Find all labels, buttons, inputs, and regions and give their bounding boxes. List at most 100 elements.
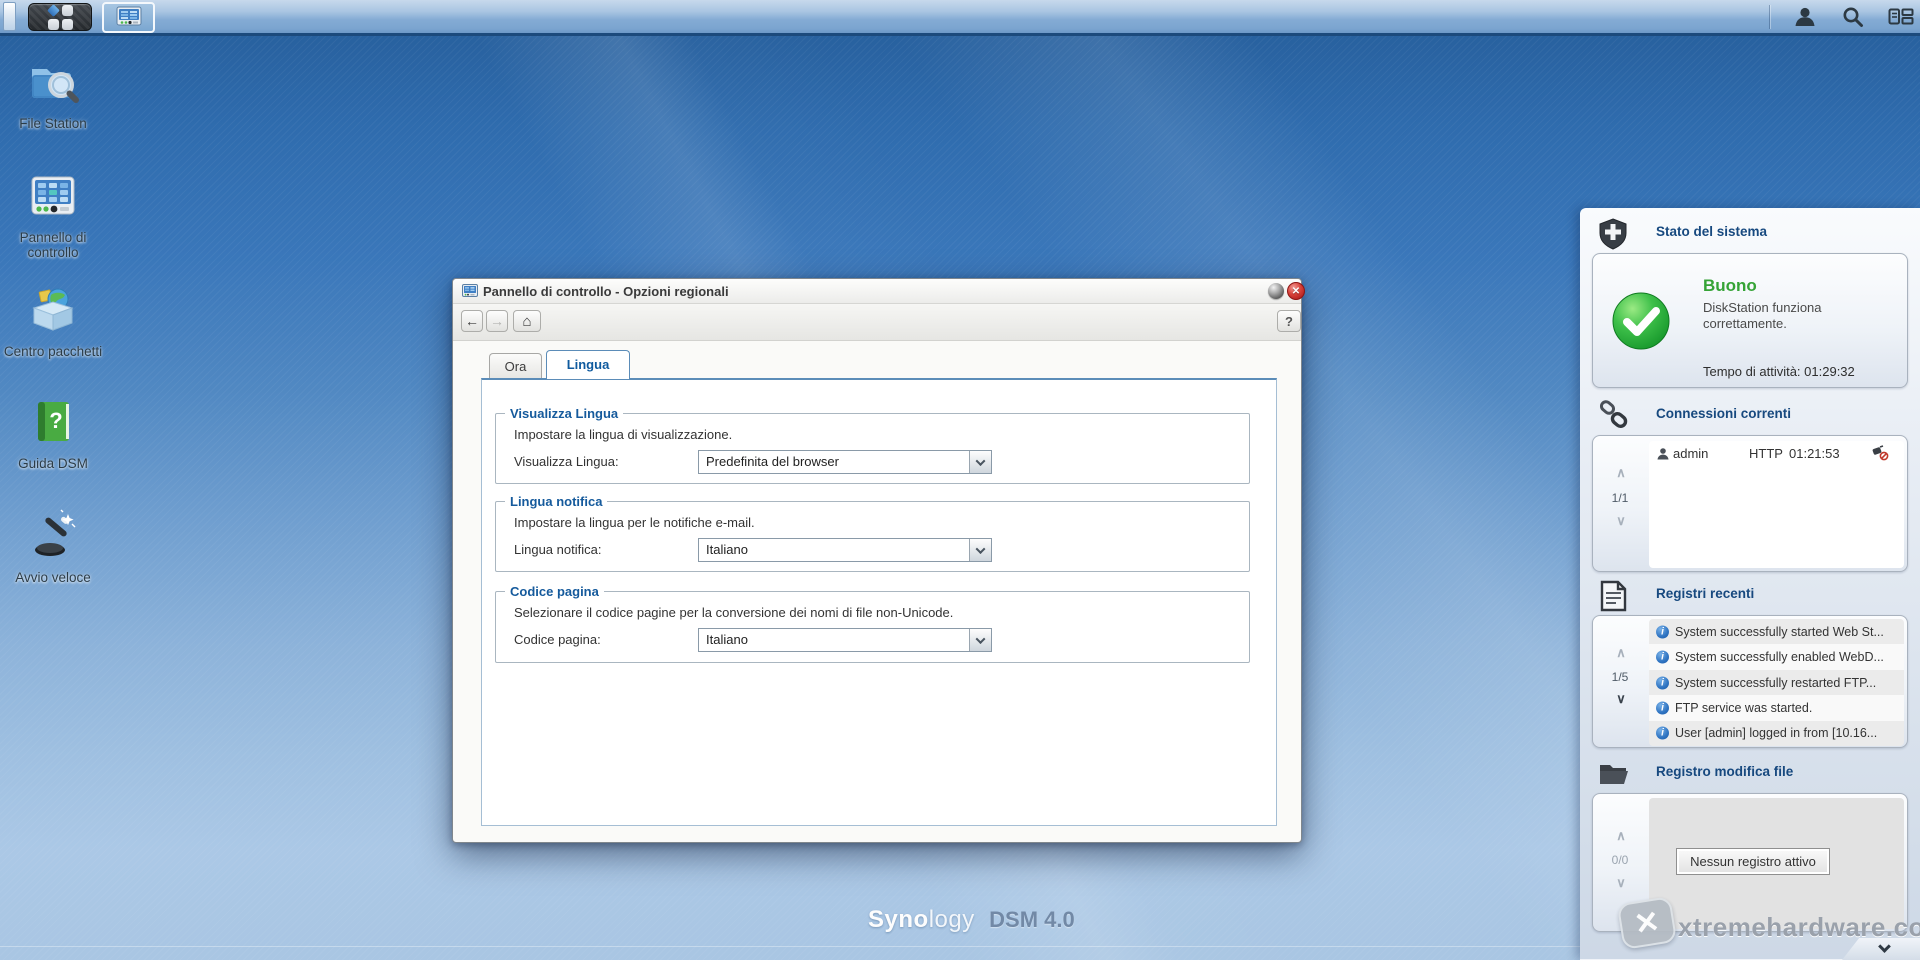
- pilot-view-icon: [1888, 5, 1914, 29]
- home-button[interactable]: ⌂: [513, 310, 541, 332]
- log-row[interactable]: i User [admin] logged in from [10.16...: [1649, 720, 1904, 746]
- log-row[interactable]: i System successfully enabled WebD...: [1649, 644, 1904, 670]
- field-label: Codice pagina:: [514, 632, 601, 647]
- chevron-down-icon[interactable]: [969, 451, 991, 473]
- pager-up-icon[interactable]: ∧: [1611, 646, 1631, 662]
- chevron-down-icon: [1878, 940, 1891, 953]
- back-button[interactable]: ←: [461, 310, 483, 332]
- fieldset-legend: Visualizza Lingua: [505, 406, 624, 421]
- tab-page-lingua: Visualizza Lingua Impostare la lingua di…: [481, 378, 1277, 826]
- widget-header-system-status: Stato del sistema: [1598, 218, 1898, 250]
- svg-text:?: ?: [49, 408, 62, 433]
- desktop-icon-dsm-help[interactable]: ? Guida DSM: [0, 394, 106, 471]
- codepage-select[interactable]: Italiano: [698, 628, 992, 652]
- pager-down-icon[interactable]: ∨: [1611, 876, 1631, 892]
- pager-count: 0/0: [1611, 853, 1629, 867]
- sidebar-collapse-button[interactable]: [1842, 938, 1920, 960]
- user-icon: [1793, 5, 1817, 29]
- help-button[interactable]: ?: [1277, 310, 1301, 332]
- display-language-select[interactable]: Predefinita del browser: [698, 450, 992, 474]
- chevron-down-icon[interactable]: [969, 539, 991, 561]
- fieldset-codepage: Codice pagina Selezionare il codice pagi…: [495, 584, 1250, 663]
- widget-title: Connessioni correnti: [1656, 406, 1792, 421]
- pager-up-icon[interactable]: ∧: [1611, 829, 1631, 845]
- forward-button[interactable]: →: [486, 310, 508, 332]
- system-status-box: Buono DiskStation funziona correttamente…: [1592, 253, 1908, 388]
- tab-lingua[interactable]: Lingua: [546, 350, 630, 379]
- chevron-down-icon[interactable]: [969, 629, 991, 651]
- fieldset-notification-language: Lingua notifica Impostare la lingua per …: [495, 494, 1250, 572]
- window-toolbar: ← → ⌂ ?: [453, 304, 1301, 341]
- show-desktop-button[interactable]: [3, 2, 16, 31]
- file-station-icon: [0, 54, 106, 110]
- widget-header-file-change-log: Registro modifica file: [1598, 758, 1898, 788]
- brand-product: DSM 4.0: [989, 907, 1075, 932]
- search-icon: [1841, 5, 1865, 29]
- minimize-button[interactable]: [1268, 283, 1284, 299]
- connection-row[interactable]: admin HTTP 01:21:53: [1649, 441, 1904, 467]
- desktop-icon-quick-start[interactable]: Avvio veloce: [0, 508, 106, 585]
- desktop-icon-package-center[interactable]: Centro pacchetti: [0, 282, 106, 359]
- info-icon: i: [1656, 726, 1669, 740]
- select-value: Italiano: [706, 542, 748, 557]
- user-menu-button[interactable]: [1792, 4, 1818, 30]
- window-titlebar[interactable]: Pannello di controllo - Opzioni regional…: [453, 279, 1305, 304]
- widget-header-connections: Connessioni correnti: [1598, 400, 1898, 430]
- desktop-icon-label: Avvio veloce: [15, 570, 91, 585]
- info-icon: i: [1656, 625, 1669, 639]
- taskbar-item-control-panel[interactable]: [102, 2, 155, 33]
- fieldset-legend: Lingua notifica: [505, 494, 608, 509]
- info-icon: i: [1656, 676, 1669, 690]
- field-label: Visualizza Lingua:: [514, 454, 619, 469]
- widget-header-recent-logs: Registri recenti: [1598, 580, 1898, 612]
- quick-start-icon: [0, 508, 106, 564]
- no-active-log-button[interactable]: Nessun registro attivo: [1676, 848, 1830, 875]
- file-change-log-box: ∧ 0/0 ∨ Nessun registro attivo: [1592, 793, 1908, 932]
- tab-ora[interactable]: Ora: [489, 353, 542, 378]
- control-panel-icon: [116, 6, 142, 30]
- search-button[interactable]: [1840, 4, 1866, 30]
- window-title: Pannello di controllo - Opzioni regional…: [483, 284, 729, 299]
- pilot-view-button[interactable]: [1888, 4, 1914, 30]
- widget-title: Registri recenti: [1656, 586, 1755, 601]
- app-grid-icon: [46, 3, 73, 30]
- log-row[interactable]: i FTP service was started.: [1649, 695, 1904, 721]
- status-ok-icon: [1611, 291, 1671, 351]
- notification-language-select[interactable]: Italiano: [698, 538, 992, 562]
- dsm-help-icon: ?: [0, 394, 106, 450]
- main-menu-button[interactable]: [28, 3, 92, 31]
- folder-icon: [1598, 758, 1630, 788]
- log-row[interactable]: i System successfully started Web St...: [1649, 619, 1904, 645]
- control-panel-icon: [0, 168, 106, 224]
- connections-pager: ∧ 1/1 ∨: [1593, 436, 1647, 571]
- window-icon: [462, 284, 478, 299]
- pager-count: 1/5: [1611, 670, 1629, 684]
- widget-title: Registro modifica file: [1656, 764, 1794, 779]
- desktop-icon-control-panel[interactable]: Pannello di controllo: [0, 168, 106, 260]
- pager-down-icon[interactable]: ∨: [1611, 514, 1631, 530]
- close-button[interactable]: ✕: [1287, 282, 1305, 300]
- pager-count: 1/1: [1611, 491, 1629, 505]
- connection-time: 01:21:53: [1789, 446, 1840, 461]
- home-icon: ⌂: [522, 312, 532, 330]
- disconnect-icon[interactable]: [1871, 445, 1889, 461]
- widget-sidebar: Stato del sistema Buono DiskStation funz…: [1580, 208, 1920, 960]
- fieldset-description: Impostare la lingua di visualizzazione.: [514, 427, 733, 442]
- document-icon: [1598, 580, 1628, 612]
- widget-title: Stato del sistema: [1656, 224, 1768, 239]
- pager-down-icon[interactable]: ∨: [1611, 692, 1631, 708]
- desktop-icon-label: File Station: [19, 116, 87, 131]
- fieldset-description: Impostare la lingua per le notifiche e-m…: [514, 515, 755, 530]
- select-value: Italiano: [706, 632, 748, 647]
- forward-icon: →: [490, 313, 504, 329]
- fieldset-legend: Codice pagina: [505, 584, 604, 599]
- desktop-icon-file-station[interactable]: File Station: [0, 54, 106, 131]
- desktop-icon-label: Centro pacchetti: [3, 344, 103, 359]
- status-message: DiskStation funziona correttamente.: [1703, 300, 1822, 331]
- connections-list: admin HTTP 01:21:53: [1649, 441, 1904, 568]
- recent-logs-list: i System successfully started Web St... i…: [1649, 619, 1904, 746]
- log-row[interactable]: i System successfully restarted FTP...: [1649, 669, 1904, 696]
- pager-up-icon[interactable]: ∧: [1611, 466, 1631, 482]
- file-change-log-pane: Nessun registro attivo: [1649, 798, 1904, 929]
- close-icon: ✕: [1291, 285, 1301, 297]
